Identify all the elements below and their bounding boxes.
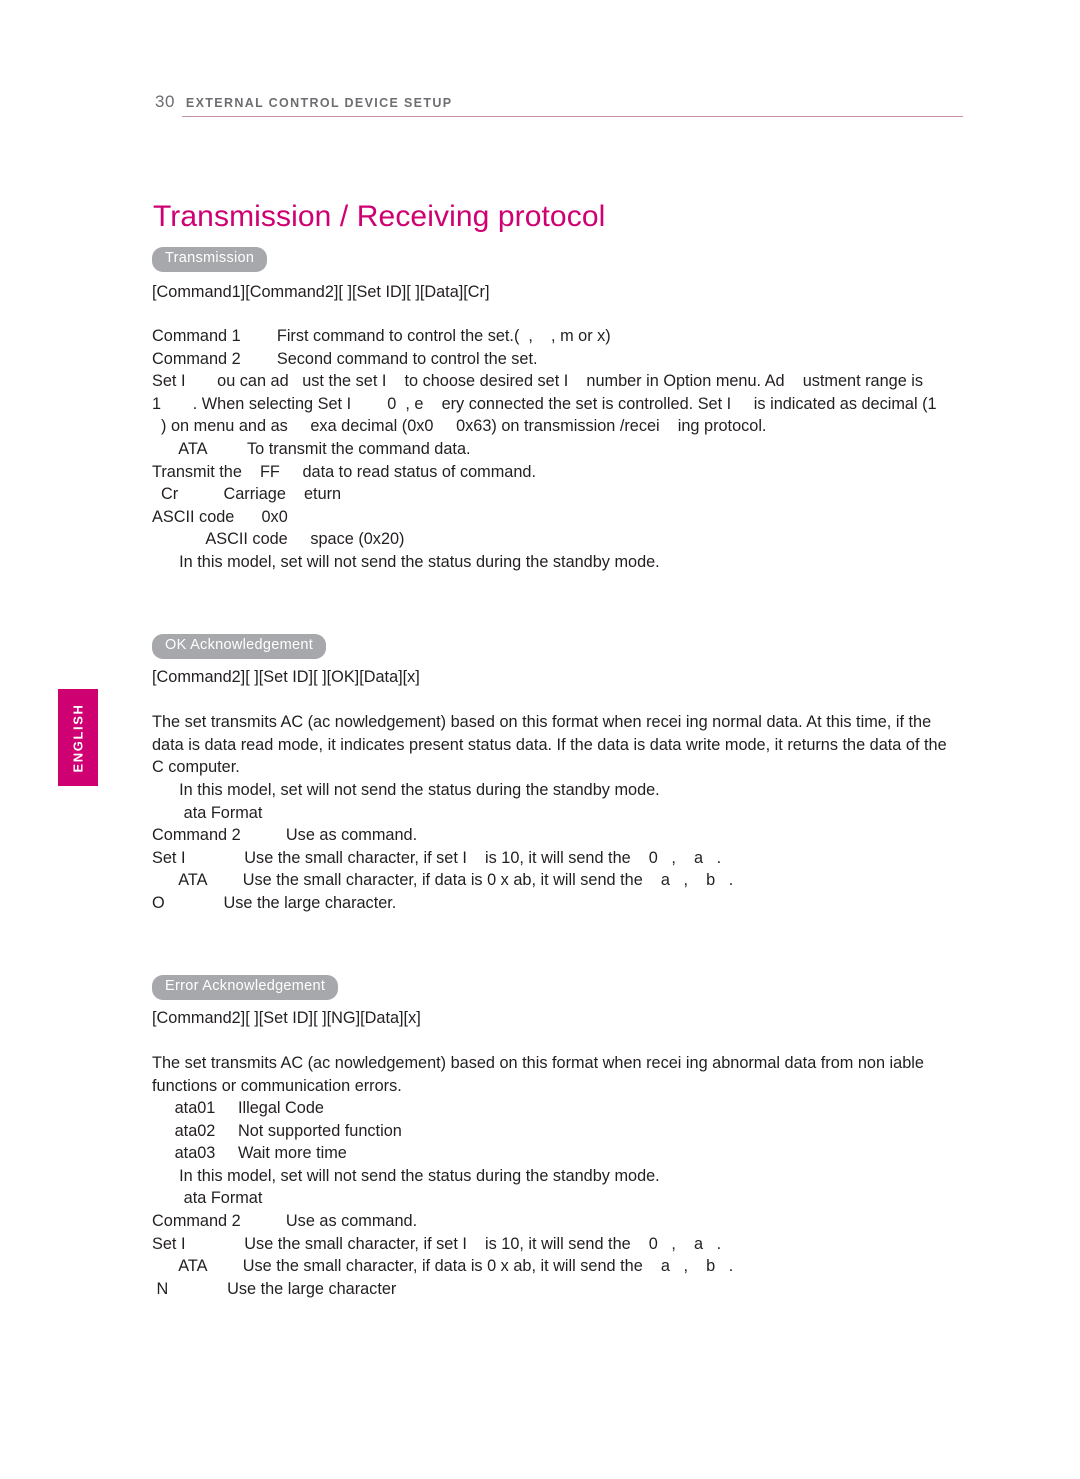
page-title: Transmission / Receiving protocol — [153, 200, 606, 234]
ok-acknowledgement-paragraph: The set transmits AC (ac nowledgement) b… — [152, 713, 947, 777]
header-section-title: EXTERNAL CONTROL DEVICE SETUP — [185, 96, 453, 110]
ok-acknowledgement-body: In this model, set will not send the sta… — [152, 781, 734, 912]
section-label-error-acknowledgement: Error Acknowledgement — [152, 975, 339, 1000]
page-number: 30 — [155, 92, 175, 111]
transmission-syntax: [Command1][Command2][ ][Set ID][ ][Data]… — [152, 283, 490, 301]
error-acknowledgement-body: ata01 Illegal Code ata02 Not supported f… — [152, 1099, 734, 1298]
section-label-ok-acknowledgement: OK Acknowledgement — [152, 634, 327, 659]
transmission-body: Command 1 First command to control the s… — [152, 327, 937, 571]
language-tab-label: ENGLISH — [70, 703, 86, 772]
document-page: 30 EXTERNAL CONTROL DEVICE SETUP ENGLISH… — [0, 0, 1080, 1479]
ok-acknowledgement-syntax: [Command2][ ][Set ID][ ][OK][Data][x] — [152, 668, 420, 686]
header-divider — [182, 116, 963, 117]
section-label-transmission: Transmission — [152, 247, 268, 272]
error-acknowledgement-paragraph: The set transmits AC (ac nowledgement) b… — [152, 1054, 924, 1095]
page-header: 30 EXTERNAL CONTROL DEVICE SETUP — [155, 92, 963, 112]
language-tab: ENGLISH — [58, 689, 98, 786]
error-acknowledgement-syntax: [Command2][ ][Set ID][ ][NG][Data][x] — [152, 1009, 421, 1027]
